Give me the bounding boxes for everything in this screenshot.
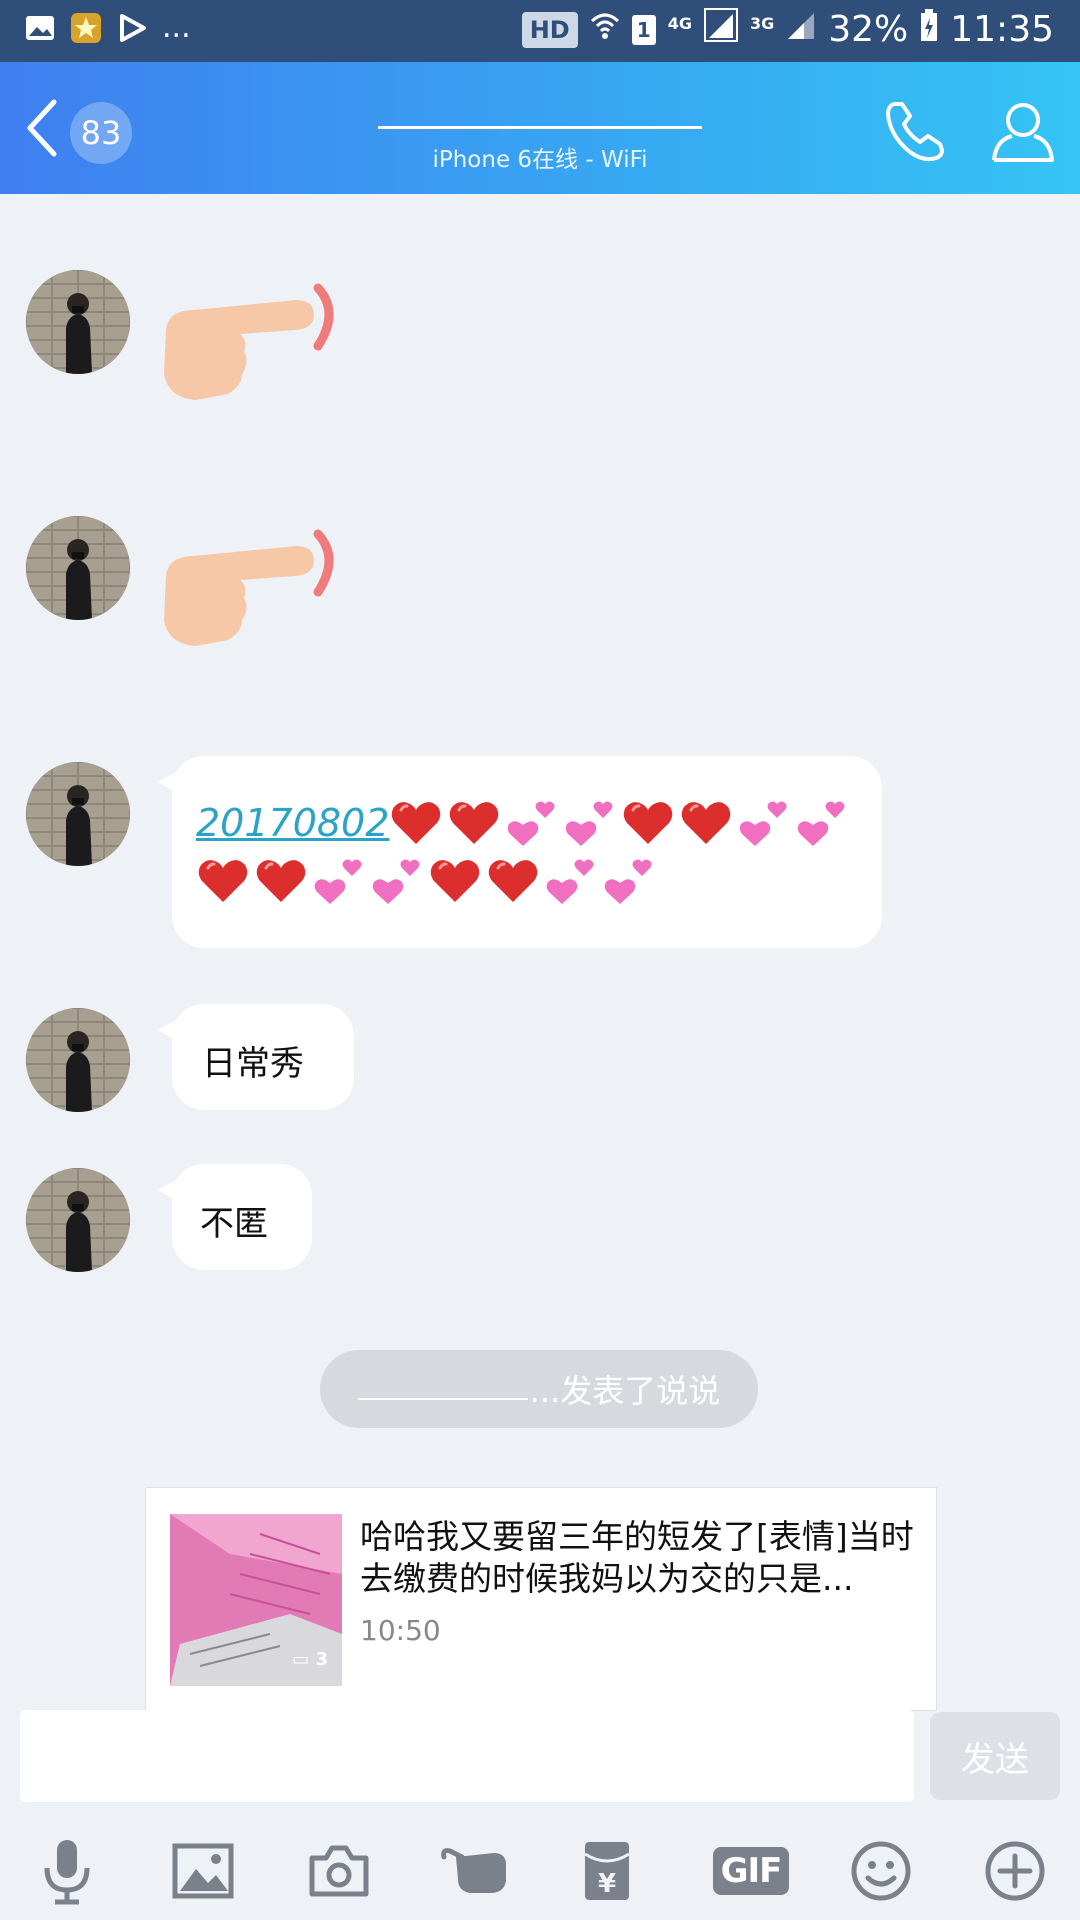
gif-label: GIF	[712, 1847, 790, 1895]
red-heart-emoji	[392, 802, 441, 844]
contact-avatar[interactable]	[26, 270, 130, 374]
message-input[interactable]	[20, 1710, 914, 1802]
post-thumbnail[interactable]: ▭ 3	[170, 1514, 342, 1686]
chat-header: 83 iPhone 6在线 - WiFi	[0, 62, 1080, 194]
camera-icon[interactable]	[304, 1836, 374, 1906]
contact-avatar[interactable]	[26, 762, 130, 866]
more-notifications: ...	[162, 10, 191, 45]
battery-percent: 32%	[828, 9, 909, 50]
contact-name-redacted	[378, 126, 702, 129]
message-text: 日常秀	[202, 1044, 304, 1084]
image-stack-icon: ▭	[292, 1649, 310, 1670]
signal-icon	[703, 8, 738, 51]
input-toolbar: ¥ GIF	[0, 1830, 1080, 1910]
pink-hearts-emoji	[546, 859, 594, 904]
message-bubble[interactable]: 日常秀	[158, 1004, 354, 1110]
microphone-icon[interactable]	[32, 1836, 102, 1906]
network-type-3g: 3G	[749, 14, 775, 33]
contact-avatar[interactable]	[26, 516, 130, 620]
contact-avatar[interactable]	[26, 1008, 130, 1112]
red-packet-icon[interactable]: ¥	[572, 1836, 642, 1906]
hearts-message: 20170802	[196, 794, 853, 910]
status-bar: ... HD 1 4G 3G 32% 11:35	[0, 0, 1080, 62]
gif-icon[interactable]: GIF	[706, 1836, 796, 1906]
send-button[interactable]: 发送	[930, 1712, 1060, 1800]
red-heart-emoji	[682, 802, 731, 844]
message-text: 不匿	[200, 1204, 268, 1244]
signal-icon-2	[786, 9, 816, 50]
battery-icon	[920, 8, 938, 51]
hd-badge: HD	[521, 11, 578, 48]
red-heart-emoji	[198, 860, 248, 902]
network-type-4g: 4G	[667, 14, 692, 33]
pointing-hand-emoji	[156, 282, 346, 412]
star-app-icon	[70, 12, 102, 44]
red-heart-emoji	[430, 860, 480, 902]
clock: 11:35	[950, 9, 1054, 50]
post-time: 10:50	[360, 1614, 441, 1647]
pink-hearts-emoji	[372, 859, 420, 904]
image-count-number: 3	[315, 1649, 328, 1670]
video-app-icon	[116, 12, 148, 44]
red-packet-label: ¥	[598, 1869, 616, 1899]
pink-hearts-emoji	[314, 859, 362, 904]
composer: 发送	[0, 1710, 1080, 1810]
red-heart-emoji	[450, 802, 499, 844]
shared-post-card[interactable]: ▭ 3 哈哈我又要留三年的短发了[表情]当时去缴费的时候我妈以为交的只是... …	[145, 1487, 937, 1711]
message-bubble[interactable]: 不匿	[158, 1164, 312, 1270]
pink-hearts-emoji	[508, 801, 555, 846]
system-note-text: ...发表了说说	[529, 1372, 721, 1410]
hearts-row: 20170802	[196, 794, 853, 852]
profile-button[interactable]	[988, 96, 1058, 166]
red-heart-emoji	[488, 860, 538, 902]
red-heart-emoji	[624, 802, 673, 844]
poke-icon[interactable]	[440, 1836, 516, 1906]
gallery-notification-icon	[24, 12, 56, 44]
pink-hearts-emoji	[566, 801, 613, 846]
emoji-icon[interactable]	[846, 1836, 916, 1906]
pink-hearts-emoji	[604, 859, 652, 904]
plus-icon[interactable]	[980, 1836, 1050, 1906]
wifi-icon	[590, 9, 620, 50]
image-count: ▭ 3	[292, 1649, 328, 1670]
red-heart-emoji	[256, 860, 306, 902]
online-status: iPhone 6在线 - WiFi	[432, 147, 648, 173]
pink-hearts-emoji	[798, 801, 845, 846]
date-link[interactable]: 20170802	[196, 801, 389, 845]
hearts-row	[196, 852, 853, 910]
pointing-hand-emoji	[156, 528, 346, 658]
system-notification[interactable]: ...发表了说说	[320, 1350, 758, 1428]
contact-avatar[interactable]	[26, 1168, 130, 1272]
redacted-name	[357, 1378, 528, 1400]
post-text: 哈哈我又要留三年的短发了[表情]当时去缴费的时候我妈以为交的只是...	[360, 1517, 914, 1598]
back-button[interactable]	[22, 98, 62, 158]
pink-hearts-emoji	[740, 801, 787, 846]
message-bubble[interactable]: 20170802	[158, 756, 882, 948]
phone-call-button[interactable]	[880, 96, 950, 166]
image-icon[interactable]	[168, 1836, 238, 1906]
sim-indicator: 1	[631, 14, 656, 45]
unread-count-badge[interactable]: 83	[70, 102, 132, 164]
